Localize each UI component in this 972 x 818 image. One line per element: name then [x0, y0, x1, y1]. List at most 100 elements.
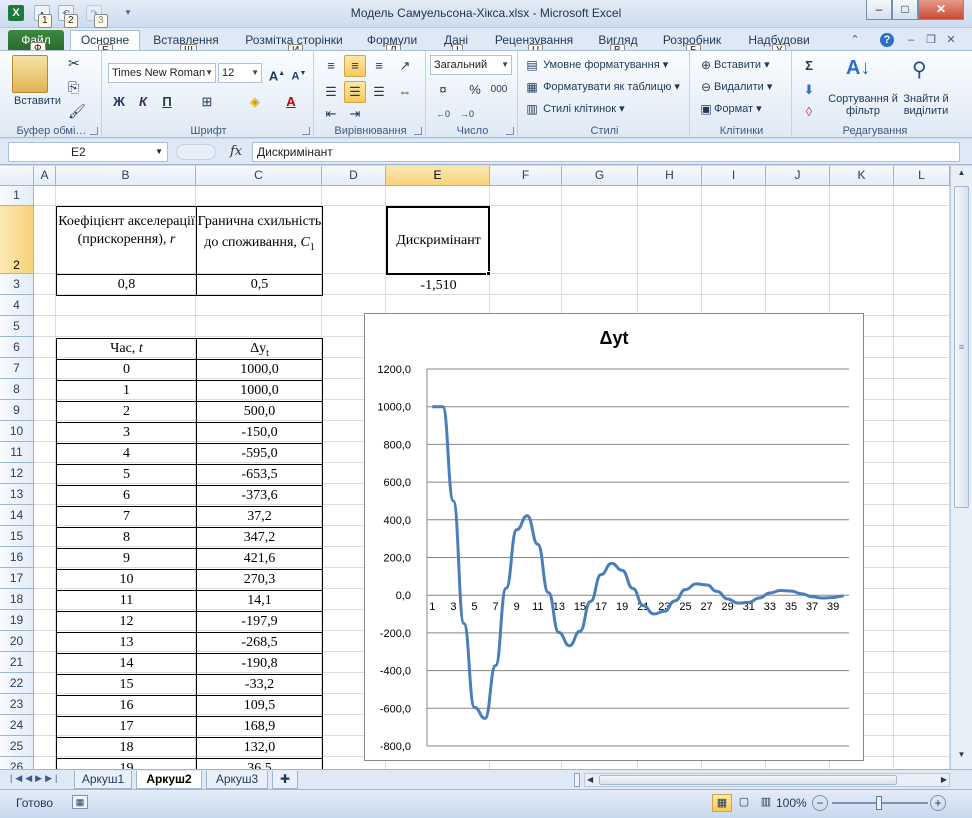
table-cell-time[interactable]: 18	[56, 737, 197, 759]
find-select-button[interactable]: Знайти й виділити	[898, 93, 954, 117]
table-cell-time[interactable]: 16	[56, 695, 197, 717]
horizontal-scrollbar[interactable]: ◀ ▶	[584, 773, 950, 787]
table-cell-dy[interactable]: -190,8	[196, 653, 323, 675]
fill-color-icon[interactable]: ◈	[244, 91, 266, 113]
row-header-7[interactable]: 7	[0, 358, 34, 379]
table-cell-time[interactable]: 5	[56, 464, 197, 486]
table-cell-time[interactable]: 9	[56, 548, 197, 570]
macro-record-icon[interactable]: ▦	[72, 795, 88, 809]
formula-input[interactable]: Дискримінант	[252, 142, 960, 162]
row-header-8[interactable]: 8	[0, 379, 34, 400]
clipboard-launcher-icon[interactable]	[90, 127, 98, 135]
paste-icon[interactable]	[12, 55, 48, 93]
table-cell-dy[interactable]: 347,2	[196, 527, 323, 549]
close-button[interactable]: ✕	[918, 0, 964, 20]
paste-button[interactable]: Вставити	[14, 95, 61, 107]
underline-button[interactable]: П	[156, 91, 178, 113]
chart-dyt[interactable]: Δyt 1200,0 1000,0 800,0 600,0 400,0 200,0 0,0-…	[364, 313, 864, 761]
increase-indent-icon[interactable]: ⇥	[344, 103, 366, 125]
format-as-table-button[interactable]: ▦ Форматувати як таблицю ▾	[524, 79, 680, 95]
table-cell-time[interactable]: 1	[56, 380, 197, 402]
row-header-12[interactable]: 12	[0, 463, 34, 484]
number-launcher-icon[interactable]	[506, 127, 514, 135]
table-cell-time[interactable]: 6	[56, 485, 197, 507]
minimize-button[interactable]: –	[866, 0, 892, 20]
row-header-16[interactable]: 16	[0, 547, 34, 568]
orientation-icon[interactable]: ↗	[394, 55, 416, 77]
table-cell-dy[interactable]: 270,3	[196, 569, 323, 591]
increase-decimal-icon[interactable]: ←0	[432, 103, 454, 125]
font-launcher-icon[interactable]	[302, 127, 310, 135]
decrease-decimal-icon[interactable]: →0	[456, 103, 478, 125]
alignment-launcher-icon[interactable]	[414, 127, 422, 135]
row-header-1[interactable]: 1	[0, 186, 34, 206]
scroll-left-icon[interactable]: ◀	[587, 774, 593, 786]
sheet-tab-3[interactable]: Аркуш3	[206, 771, 268, 789]
number-format-combo[interactable]: Загальний ▼	[430, 55, 512, 75]
font-name-combo[interactable]: Times New Roman ▼	[108, 63, 216, 83]
zoom-level[interactable]: 100%	[776, 796, 807, 810]
table-cell-dy[interactable]: -373,6	[196, 485, 323, 507]
decrease-indent-icon[interactable]: ⇤	[320, 103, 342, 125]
table-cell-time[interactable]: 17	[56, 716, 197, 738]
sheet-nav-arrows-icon[interactable]: |◀◀▶▶|	[10, 773, 60, 784]
percent-button[interactable]: %	[464, 79, 486, 101]
table-cell-dy[interactable]: 1000,0	[196, 380, 323, 402]
row-header-21[interactable]: 21	[0, 652, 34, 673]
align-bottom-icon[interactable]: ≡	[368, 55, 390, 77]
row-header-14[interactable]: 14	[0, 505, 34, 526]
select-all-corner[interactable]	[0, 166, 34, 186]
zoom-slider-thumb[interactable]	[876, 796, 882, 810]
doc-restore-icon[interactable]: ❐	[924, 33, 938, 47]
table-cell-time[interactable]: 19	[56, 758, 197, 769]
cell-e3-discriminant-value[interactable]: -1,510	[387, 275, 490, 296]
table-cell-dy[interactable]: 168,9	[196, 716, 323, 738]
column-header-b[interactable]: B	[56, 166, 196, 186]
sort-filter-button[interactable]: Сортування й фільтр	[828, 93, 898, 117]
merge-center-icon[interactable]: ⇔	[394, 81, 416, 103]
row-header-22[interactable]: 22	[0, 673, 34, 694]
column-header-e[interactable]: E	[386, 166, 490, 186]
table-header-dy[interactable]: Δyt	[196, 338, 323, 360]
normal-view-icon[interactable]: ▦	[712, 794, 732, 812]
row-header-15[interactable]: 15	[0, 526, 34, 547]
table-cell-dy[interactable]: 1000,0	[196, 359, 323, 381]
row-header-11[interactable]: 11	[0, 442, 34, 463]
table-cell-dy[interactable]: 500,0	[196, 401, 323, 423]
table-cell-dy[interactable]: -150,0	[196, 422, 323, 444]
table-cell-dy[interactable]: -268,5	[196, 632, 323, 654]
table-cell-time[interactable]: 13	[56, 632, 197, 654]
table-cell-time[interactable]: 10	[56, 569, 197, 591]
column-header-a[interactable]: A	[34, 166, 56, 186]
vertical-scroll-thumb[interactable]: ≡	[954, 186, 969, 508]
table-cell-dy[interactable]: 14,1	[196, 590, 323, 612]
table-cell-dy[interactable]: -197,9	[196, 611, 323, 633]
delete-cells-button[interactable]: ⊖ Видалити ▾	[698, 79, 772, 95]
fill-down-icon[interactable]: ⬇	[798, 79, 820, 101]
name-box[interactable]: E2 ▼	[8, 142, 168, 162]
scroll-down-icon[interactable]: ▼	[954, 750, 969, 765]
conditional-formatting-button[interactable]: ▤ Умовне форматування ▾	[524, 57, 668, 73]
row-header-9[interactable]: 9	[0, 400, 34, 421]
row-header-26[interactable]: 26	[0, 757, 34, 769]
table-cell-dy[interactable]: -595,0	[196, 443, 323, 465]
cell-b3-accelerator-value[interactable]: 0,8	[56, 274, 197, 296]
column-header-h[interactable]: H	[638, 166, 702, 186]
column-header-g[interactable]: G	[562, 166, 638, 186]
table-cell-time[interactable]: 11	[56, 590, 197, 612]
sort-filter-icon[interactable]: A↓	[846, 57, 870, 80]
align-center-icon[interactable]: ☰	[344, 81, 366, 103]
autosum-button[interactable]: Σ	[798, 55, 820, 77]
page-layout-view-icon[interactable]: ▢	[734, 794, 754, 812]
column-header-d[interactable]: D	[322, 166, 386, 186]
row-header-4[interactable]: 4	[0, 295, 34, 316]
currency-icon[interactable]: ¤	[432, 79, 454, 101]
font-size-combo[interactable]: 12 ▼	[218, 63, 262, 83]
cell-styles-button[interactable]: ▥ Стилі клітинок ▾	[524, 101, 624, 117]
table-cell-dy[interactable]: 36,5	[196, 758, 323, 769]
row-header-3[interactable]: 3	[0, 274, 34, 295]
grow-font-icon[interactable]: A▲	[266, 63, 288, 85]
row-header-18[interactable]: 18	[0, 589, 34, 610]
table-cell-dy[interactable]: -653,5	[196, 464, 323, 486]
table-cell-time[interactable]: 3	[56, 422, 197, 444]
